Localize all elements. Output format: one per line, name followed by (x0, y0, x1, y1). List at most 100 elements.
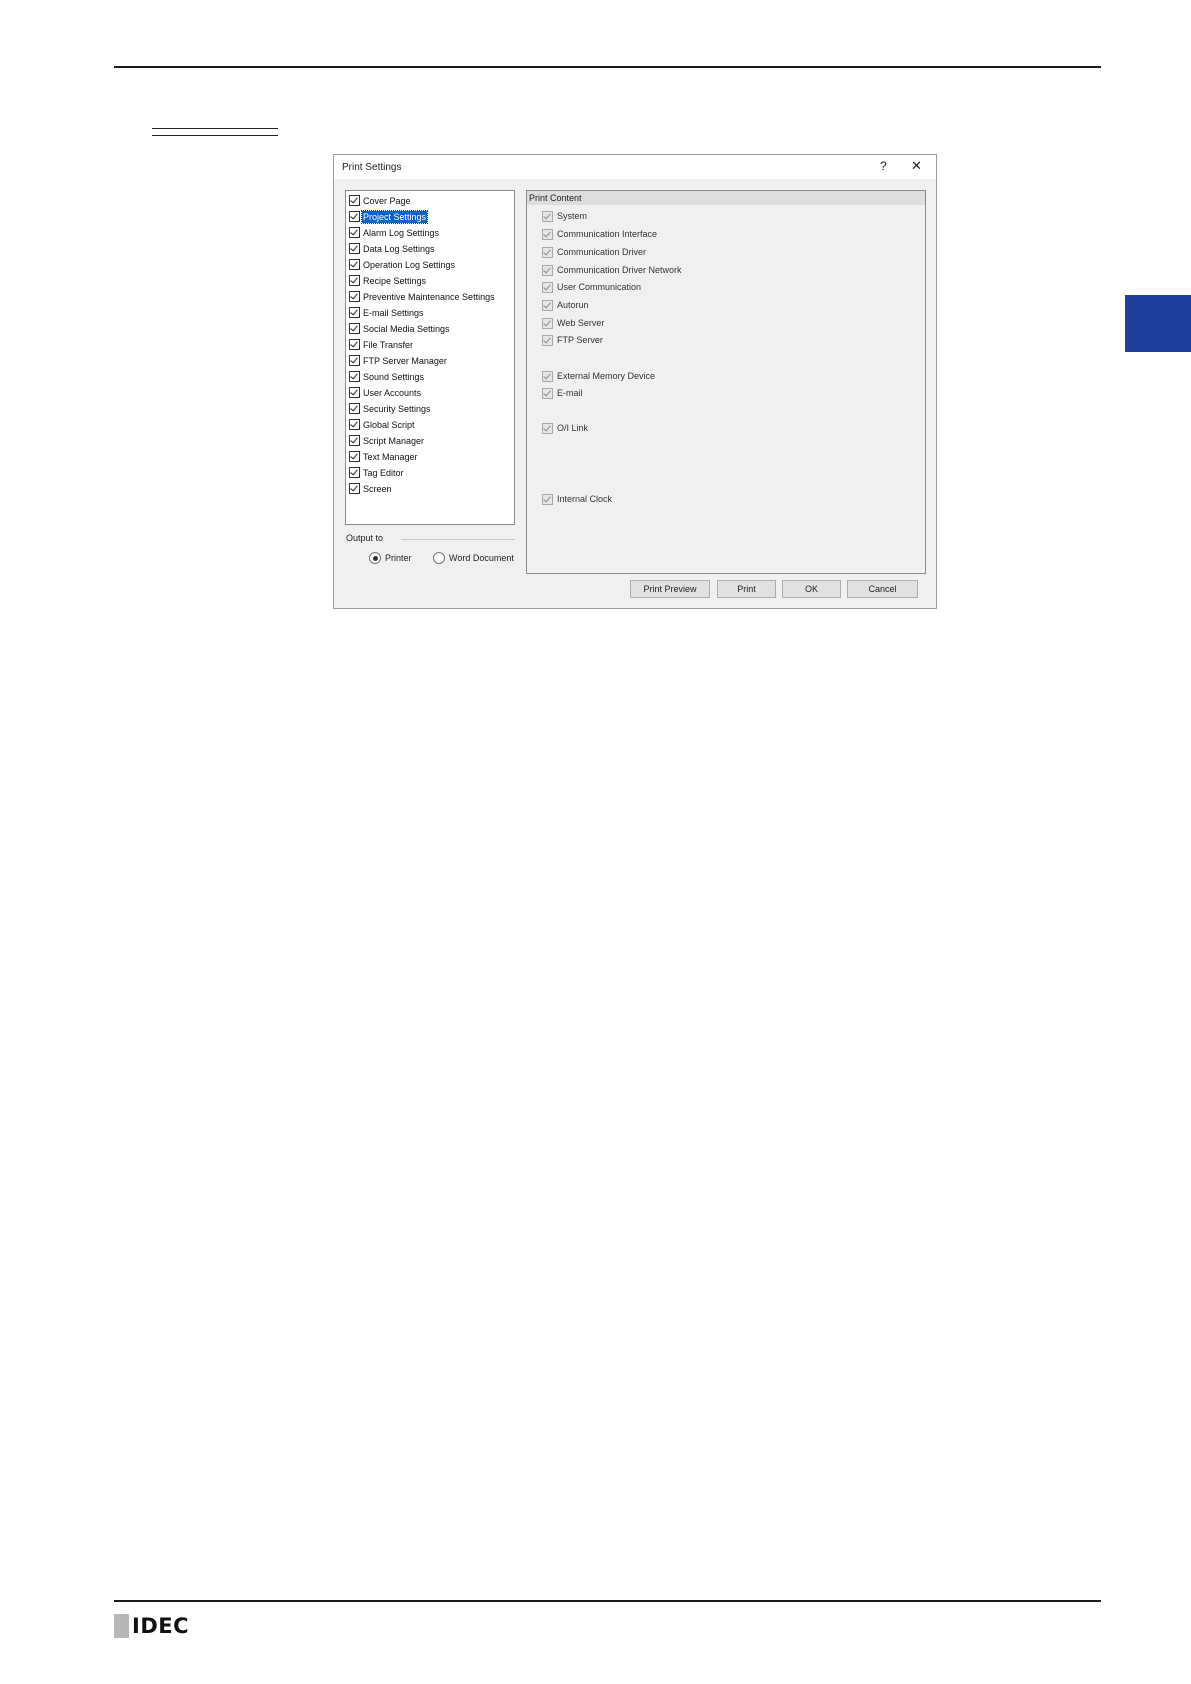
checkbox[interactable] (349, 371, 360, 382)
chapter-tab (1125, 295, 1191, 352)
tree-item-label: Text Manager (363, 451, 418, 462)
checkbox[interactable] (349, 323, 360, 334)
radio-button[interactable] (369, 552, 381, 564)
pc-item-label: Internal Clock (557, 494, 613, 504)
print-content-header: Print Content (527, 191, 925, 205)
radio-label: Printer (385, 553, 412, 563)
checkbox-disabled (542, 246, 553, 258)
tree-item-global-script[interactable]: Global Script (349, 417, 416, 432)
radio-button[interactable] (433, 552, 445, 564)
pc-item-email: E-mail (542, 387, 583, 399)
close-icon[interactable]: ✕ (911, 158, 922, 174)
print-content-panel: Print Content System Communication Inter… (526, 190, 926, 574)
checkbox[interactable] (349, 419, 360, 430)
pc-item-ftp-server: FTP Server (542, 334, 603, 346)
idec-logo: IDEC (114, 1614, 189, 1638)
print-settings-dialog: Print Settings ? ✕ Cover Page Project Se… (333, 154, 937, 609)
checkbox[interactable] (349, 243, 360, 254)
checkbox[interactable] (349, 259, 360, 270)
checkbox-disabled (542, 210, 553, 222)
pc-item-autorun: Autorun (542, 299, 589, 311)
tree-item-data-log-settings[interactable]: Data Log Settings (349, 241, 436, 256)
pc-item-label: Communication Driver Network (557, 265, 682, 275)
pc-item-web-server: Web Server (542, 317, 604, 329)
tree-item-label: User Accounts (363, 387, 422, 398)
header-rule (114, 66, 1101, 68)
checkbox[interactable] (349, 275, 360, 286)
checkbox-disabled (542, 422, 553, 434)
checkbox[interactable] (349, 307, 360, 318)
cancel-button[interactable]: Cancel (847, 580, 918, 598)
checkbox[interactable] (349, 483, 360, 494)
tree-item-label: Cover Page (363, 195, 411, 206)
help-icon[interactable]: ? (880, 159, 887, 173)
tree-item-text-manager[interactable]: Text Manager (349, 449, 419, 464)
tree-item-tag-editor[interactable]: Tag Editor (349, 465, 405, 480)
dialog-title: Print Settings (342, 162, 402, 173)
checkbox[interactable] (349, 227, 360, 238)
footer-rule (114, 1600, 1101, 1602)
checkbox-disabled (542, 264, 553, 276)
tree-item-alarm-log-settings[interactable]: Alarm Log Settings (349, 225, 440, 240)
tree-item-recipe-settings[interactable]: Recipe Settings (349, 273, 427, 288)
tree-item-label: FTP Server Manager (363, 355, 447, 366)
checkbox[interactable] (349, 435, 360, 446)
checkbox-disabled (542, 334, 553, 346)
tree-item-label: Alarm Log Settings (363, 227, 440, 238)
pc-item-label: System (557, 211, 588, 221)
output-to-label: Output to (346, 533, 384, 543)
checkbox[interactable] (349, 195, 360, 206)
tree-item-preventive-maintenance-settings[interactable]: Preventive Maintenance Settings (349, 289, 496, 304)
print-preview-button[interactable]: Print Preview (630, 580, 710, 598)
tree-item-label: Script Manager (363, 435, 425, 446)
pc-item-communication-interface: Communication Interface (542, 228, 657, 240)
tree-item-label: Global Script (363, 419, 415, 430)
tree-item-user-accounts[interactable]: User Accounts (349, 385, 422, 400)
print-button[interactable]: Print (717, 580, 776, 598)
radio-word-document[interactable]: Word Document (433, 552, 514, 564)
checkbox-disabled (542, 387, 553, 399)
tree-item-label: Sound Settings (363, 371, 425, 382)
checkbox[interactable] (349, 355, 360, 366)
checkbox-disabled (542, 370, 553, 382)
dialog-titlebar: Print Settings ? ✕ (334, 155, 936, 179)
radio-printer[interactable]: Printer (369, 552, 412, 564)
pc-item-external-memory-device: External Memory Device (542, 370, 655, 382)
tree-item-label: File Transfer (363, 339, 414, 350)
settings-tree: Cover Page Project Settings Alarm Log Se… (345, 190, 515, 525)
checkbox-disabled (542, 281, 553, 293)
tree-item-operation-log-settings[interactable]: Operation Log Settings (349, 257, 456, 272)
checkbox[interactable] (349, 211, 360, 222)
pc-item-label: O/I Link (557, 423, 589, 433)
tree-item-file-transfer[interactable]: File Transfer (349, 337, 414, 352)
checkbox[interactable] (349, 387, 360, 398)
pc-item-communication-driver-network: Communication Driver Network (542, 264, 682, 276)
tree-item-screen[interactable]: Screen (349, 481, 393, 496)
tree-item-label: Preventive Maintenance Settings (363, 291, 495, 302)
pc-item-label: FTP Server (557, 335, 603, 345)
tree-item-label: Security Settings (363, 403, 431, 414)
checkbox[interactable] (349, 403, 360, 414)
tree-item-email-settings[interactable]: E-mail Settings (349, 305, 425, 320)
section-heading-mark (152, 128, 278, 136)
pc-item-communication-driver: Communication Driver (542, 246, 646, 258)
tree-item-security-settings[interactable]: Security Settings (349, 401, 432, 416)
pc-item-label: Communication Interface (557, 229, 658, 239)
group-divider (401, 539, 515, 540)
tree-item-script-manager[interactable]: Script Manager (349, 433, 425, 448)
pc-item-system: System (542, 210, 587, 222)
checkbox[interactable] (349, 291, 360, 302)
pc-item-label: Web Server (557, 318, 605, 328)
logo-mark (114, 1614, 129, 1638)
tree-item-cover-page[interactable]: Cover Page (349, 193, 412, 208)
tree-item-label: Tag Editor (363, 467, 404, 478)
tree-item-sound-settings[interactable]: Sound Settings (349, 369, 425, 384)
tree-item-ftp-server-manager[interactable]: FTP Server Manager (349, 353, 448, 368)
checkbox[interactable] (349, 451, 360, 462)
tree-item-project-settings[interactable]: Project Settings (349, 209, 429, 224)
checkbox[interactable] (349, 467, 360, 478)
ok-button[interactable]: OK (782, 580, 841, 598)
checkbox[interactable] (349, 339, 360, 350)
tree-item-label: Project Settings (360, 209, 429, 224)
tree-item-social-media-settings[interactable]: Social Media Settings (349, 321, 451, 336)
